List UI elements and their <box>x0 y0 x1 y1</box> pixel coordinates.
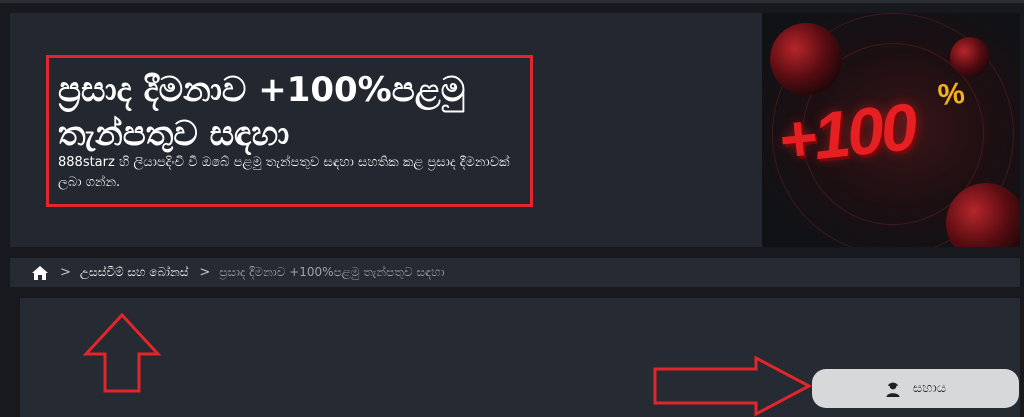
top-divider <box>0 0 1024 3</box>
promo-amount: +100 <box>774 89 919 177</box>
breadcrumb-separator: > <box>199 265 211 280</box>
ball-graphic <box>950 37 990 77</box>
annotation-arrow-right-icon <box>653 355 812 417</box>
support-agent-icon <box>885 381 901 397</box>
annotation-arrow-up-icon <box>82 312 162 393</box>
breadcrumb-item-current: ප්‍රසාද දීමනාව +100%පළමු තැන්පතුව සඳහා <box>219 265 445 279</box>
ball-graphic <box>770 23 842 95</box>
breadcrumb-item-promotions[interactable]: උසස්වීම් සහ බෝනස් <box>80 265 188 280</box>
support-button-label: සහාය <box>912 381 947 396</box>
promo-percent: % <box>936 76 967 113</box>
breadcrumb: > උසස්වීම් සහ බෝනස් > ප්‍රසාද දීමනාව +10… <box>10 258 1020 287</box>
page-title: ප්‍රසාද දීමනාව +100%පළමු තැන්පතුව සඳහා <box>58 70 466 154</box>
support-button[interactable]: සහාය <box>812 369 1019 408</box>
page-subtitle: 888starz හි ලියාපදිංචි වී ඔබේ පළමු තැන්ප… <box>58 155 510 190</box>
breadcrumb-separator: > <box>60 265 71 280</box>
home-icon[interactable] <box>31 264 49 282</box>
